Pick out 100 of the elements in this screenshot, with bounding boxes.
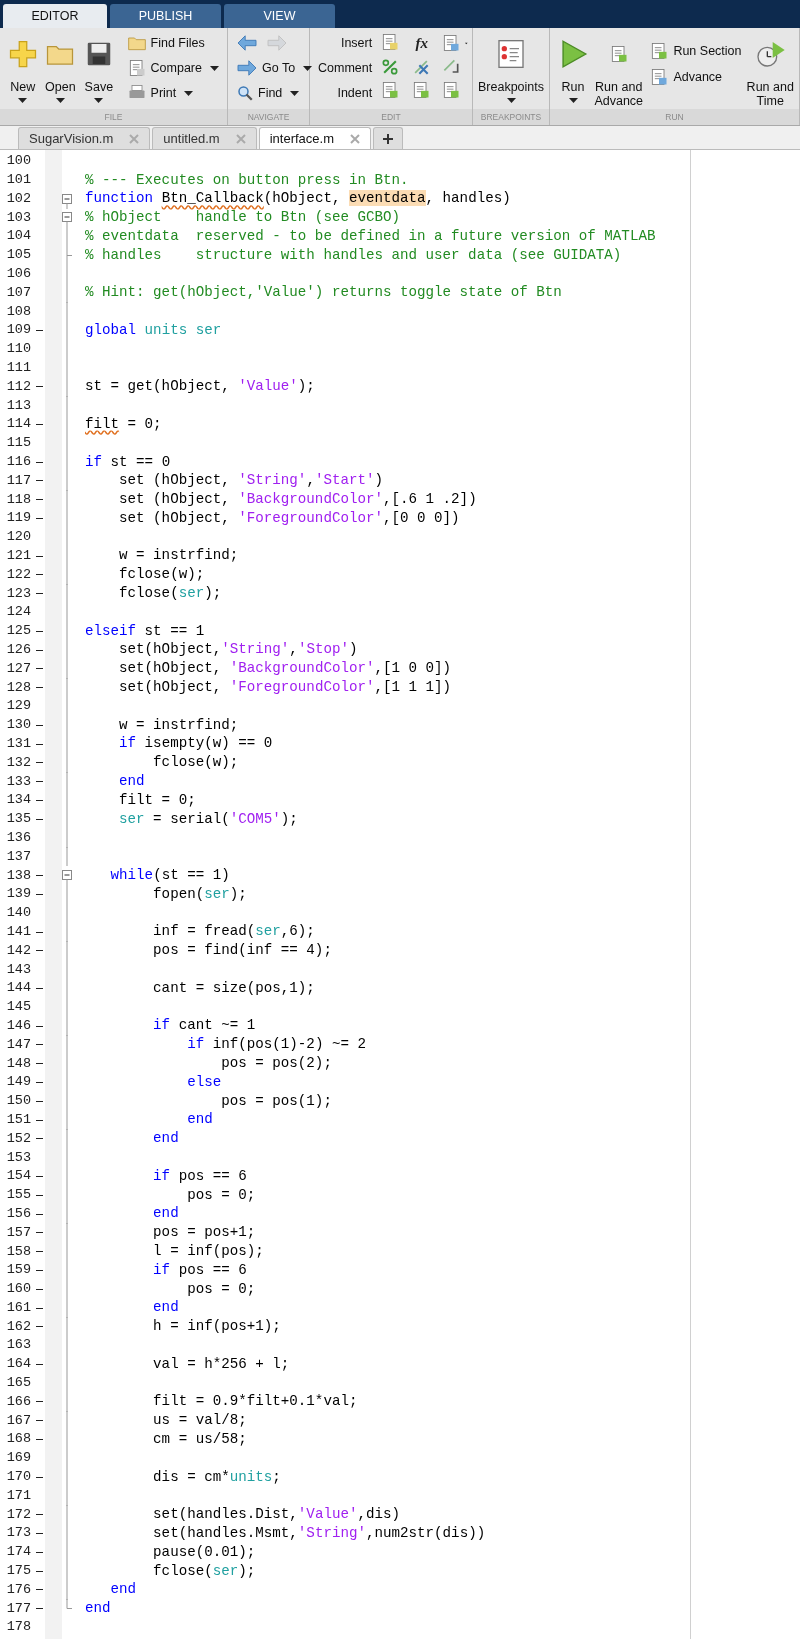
caret-icon bbox=[568, 98, 578, 103]
file-tab[interactable]: SugarVision.m bbox=[18, 127, 151, 149]
compare-button[interactable]: Compare bbox=[122, 57, 223, 79]
line-number: 171 bbox=[5, 1486, 31, 1505]
caret-icon bbox=[94, 98, 104, 103]
line-number: 172 bbox=[5, 1505, 31, 1524]
back-button[interactable] bbox=[236, 34, 258, 52]
code-line: end bbox=[152, 1298, 179, 1318]
code-line: pause(0.01); bbox=[152, 1542, 256, 1562]
code-line: fclose(ser); bbox=[152, 1561, 256, 1581]
breakpoints-document-icon bbox=[495, 38, 527, 70]
fold-end-line bbox=[66, 245, 72, 265]
section-title: EDIT bbox=[381, 110, 401, 124]
line-number: 165 bbox=[5, 1374, 31, 1393]
code-line: else bbox=[186, 1072, 222, 1092]
code-line: cant = size(pos,1); bbox=[152, 978, 315, 998]
line-number: 151 bbox=[5, 1110, 31, 1129]
open-button[interactable]: Open bbox=[41, 32, 80, 108]
line-number: 132 bbox=[5, 753, 31, 772]
code-line: fclose(w); bbox=[118, 565, 205, 585]
code-line: filt = 0; bbox=[85, 414, 162, 434]
insert-button[interactable]: Insert bbox=[336, 32, 377, 54]
ribbon-tab[interactable]: EDITOR bbox=[3, 4, 107, 28]
line-number: 138 bbox=[5, 866, 31, 885]
line-number: 146 bbox=[5, 1016, 31, 1035]
run-section-button[interactable]: Run Section bbox=[645, 40, 746, 62]
code-line: elseif st == 1 bbox=[85, 621, 205, 641]
indent-button[interactable]: Indent bbox=[333, 82, 377, 104]
go-to-button[interactable]: Go To bbox=[232, 57, 317, 79]
line-number: 121 bbox=[5, 547, 31, 565]
ribbon-tab[interactable]: PUBLISH bbox=[110, 4, 221, 28]
code-line: filt = 0; bbox=[118, 790, 196, 810]
code-line: % Hint: get(hObject,'Value') returns toggle state of Btn bbox=[85, 283, 562, 303]
code-line: global units ser bbox=[85, 320, 222, 340]
line-number: 118 bbox=[5, 490, 31, 509]
print-button[interactable]: Print bbox=[122, 82, 223, 104]
find-files-button[interactable]: Find Files bbox=[122, 32, 223, 54]
line-number: 130 bbox=[5, 716, 31, 735]
code-line: dis = cm*units; bbox=[152, 1467, 281, 1487]
code-line: set(hObject, 'ForegroundColor',[1 1 1]) bbox=[118, 678, 452, 698]
ribbon-tab[interactable]: VIEW bbox=[224, 4, 335, 28]
file-tab[interactable]: interface.m bbox=[258, 127, 371, 149]
new-button[interactable]: New bbox=[4, 32, 42, 108]
comment-button[interactable]: Comment bbox=[314, 57, 377, 79]
line-number: 137 bbox=[5, 847, 31, 866]
code-line: while(st == 1) bbox=[109, 866, 230, 886]
line-number: 145 bbox=[5, 998, 31, 1017]
close-icon bbox=[235, 133, 246, 144]
line-number: 106 bbox=[5, 265, 31, 284]
smart-indent-icon bbox=[380, 80, 401, 100]
decrease-indent-icon bbox=[441, 80, 462, 100]
line-number: 142 bbox=[5, 941, 31, 960]
code-line: filt = 0.9*filt+0.1*val; bbox=[152, 1392, 358, 1412]
code-line: pos = 0; bbox=[186, 1185, 256, 1205]
line-number: 166 bbox=[5, 1392, 31, 1411]
find-button[interactable]: Find bbox=[232, 82, 317, 104]
line-number: 107 bbox=[5, 283, 31, 302]
line-number: 111 bbox=[5, 359, 31, 378]
code-line: inf = fread(ser,6); bbox=[152, 922, 315, 942]
plus-icon bbox=[7, 39, 38, 69]
line-number: 134 bbox=[5, 791, 31, 810]
line-number: 113 bbox=[5, 396, 31, 415]
line-number: 157 bbox=[5, 1223, 31, 1242]
caret-icon bbox=[55, 98, 65, 103]
code-line: pos = find(inf == 4); bbox=[152, 941, 332, 961]
line-number: 131 bbox=[5, 735, 31, 753]
line-number: 135 bbox=[5, 810, 31, 829]
add-tab-button[interactable] bbox=[373, 127, 403, 149]
line-number: 105 bbox=[5, 246, 31, 265]
line-number: 139 bbox=[5, 885, 31, 904]
save-button[interactable]: Save bbox=[79, 32, 119, 108]
line-number: 122 bbox=[5, 565, 31, 584]
code-line: st = get(hObject, 'Value'); bbox=[85, 377, 315, 397]
insert-section-icon bbox=[380, 32, 401, 52]
code-line: pos = pos(1); bbox=[220, 1091, 332, 1111]
run-and-advance-button[interactable]: Run and Advance bbox=[592, 32, 646, 108]
run-button[interactable]: Run bbox=[554, 32, 593, 108]
line-number: 124 bbox=[5, 603, 31, 622]
line-number: 101 bbox=[5, 171, 31, 190]
code-line: fclose(w); bbox=[152, 753, 239, 773]
code-line: if pos == 6 bbox=[152, 1166, 247, 1186]
caret-icon bbox=[506, 98, 516, 103]
search-icon bbox=[236, 84, 254, 102]
code-line: function Btn_Callback(hObject, eventdata, handles) bbox=[85, 189, 511, 209]
code-line: pos = pos(2); bbox=[220, 1054, 332, 1073]
breakpoints-button[interactable]: Breakpoints bbox=[477, 32, 545, 108]
code-line: % handles structure with handles and user data (see GUIDATA) bbox=[85, 245, 622, 265]
line-number: 112 bbox=[5, 377, 31, 396]
caret-icon bbox=[303, 65, 313, 71]
file-tab[interactable]: untitled.m bbox=[152, 127, 257, 149]
section-title: RUN bbox=[665, 110, 684, 124]
line-number: 120 bbox=[5, 528, 31, 547]
run-and-time-button[interactable]: Run and Time bbox=[745, 32, 795, 108]
section-title: BREAKPOINTS bbox=[480, 110, 542, 124]
code-line: h = inf(pos+1); bbox=[152, 1317, 281, 1337]
advance-button[interactable]: Advance bbox=[645, 66, 746, 88]
code-line: w = instrfind; bbox=[118, 715, 239, 735]
line-number: 110 bbox=[5, 340, 31, 359]
function-button[interactable]: fx bbox=[410, 32, 433, 54]
line-number: 174 bbox=[5, 1543, 31, 1562]
